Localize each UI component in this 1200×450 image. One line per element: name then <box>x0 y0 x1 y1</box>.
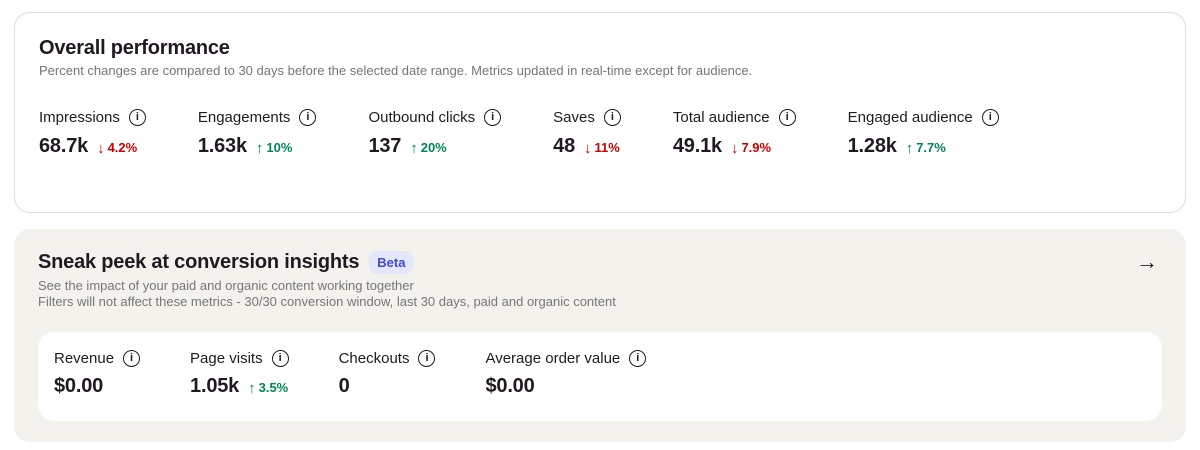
metric-saves: Saves i 48 ↓ 11% <box>553 109 621 158</box>
info-icon[interactable]: i <box>123 350 141 367</box>
metric-change: ↑ 3.5% <box>248 379 289 397</box>
metric-value: 1.63k <box>197 135 247 157</box>
trend-percent: 11% <box>594 140 620 155</box>
metric-value: $0.00 <box>485 375 535 397</box>
metric-outbound-clicks: Outbound clicks i 137 ↑ 20% <box>368 109 502 158</box>
metric-label: Engaged audience <box>847 109 973 126</box>
metric-label: Average order value <box>485 350 621 367</box>
metric-value: $0.00 <box>54 375 104 397</box>
metric-page-visits: Page visits i 1.05k ↑ 3.5% <box>190 350 289 398</box>
metric-label: Checkouts <box>338 350 410 367</box>
trend-arrow-icon: ↑ <box>255 140 264 157</box>
metric-value: 68.7k <box>39 135 89 157</box>
info-icon[interactable]: i <box>981 109 999 126</box>
metric-value: 1.05k <box>190 375 240 397</box>
info-icon[interactable]: i <box>484 109 502 126</box>
overall-performance-title: Overall performance <box>39 37 230 59</box>
metric-impressions: Impressions i 68.7k ↓ 4.2% <box>39 109 146 158</box>
overall-performance-card: Overall performance Percent changes are … <box>14 12 1186 213</box>
conversion-subtitle-line2: Filters will not affect these metrics - … <box>38 294 616 309</box>
metric-value: 48 <box>553 135 576 157</box>
metric-label: Engagements <box>197 109 291 126</box>
metric-label: Outbound clicks <box>368 109 476 126</box>
conversion-insights-title: Sneak peek at conversion insights <box>38 251 360 273</box>
info-icon[interactable]: i <box>778 109 796 126</box>
beta-badge: Beta <box>369 250 414 274</box>
metric-change: ↑ 10% <box>255 139 293 157</box>
metric-value: 49.1k <box>672 135 722 157</box>
trend-percent: 7.9% <box>741 140 772 155</box>
overall-metrics-row: Impressions i 68.7k ↓ 4.2% Engagements i… <box>39 109 1161 158</box>
info-icon[interactable]: i <box>418 350 436 367</box>
info-icon[interactable]: i <box>629 350 647 367</box>
info-icon[interactable]: i <box>271 350 289 367</box>
trend-arrow-icon: ↓ <box>584 140 592 157</box>
trend-arrow-icon: ↑ <box>248 380 256 397</box>
metric-change: ↓ 4.2% <box>97 139 138 157</box>
metric-label: Total audience <box>672 109 770 126</box>
trend-percent: 4.2% <box>107 140 138 155</box>
info-icon[interactable]: i <box>603 109 621 126</box>
metric-change: ↓ 11% <box>584 139 620 157</box>
metric-change: ↑ 20% <box>410 139 447 157</box>
metric-engaged-audience: Engaged audience i 1.28k ↑ 7.7% <box>848 109 999 158</box>
trend-percent: 7.7% <box>916 140 946 155</box>
trend-percent: 3.5% <box>258 380 289 395</box>
metric-label: Page visits <box>190 350 263 367</box>
trend-arrow-icon: ↑ <box>410 140 418 157</box>
metric-label: Impressions <box>39 109 120 126</box>
conversion-subtitle-line1: See the impact of your paid and organic … <box>38 278 414 293</box>
metric-value: 137 <box>368 135 402 157</box>
metric-value: 0 <box>338 375 350 397</box>
info-icon[interactable]: i <box>299 109 317 126</box>
trend-arrow-icon: ↑ <box>905 140 914 157</box>
forward-arrow-icon[interactable]: → <box>1132 251 1162 273</box>
trend-arrow-icon: ↓ <box>730 140 739 157</box>
overall-performance-subtitle: Percent changes are compared to 30 days … <box>39 63 753 78</box>
metric-label: Saves <box>553 109 595 126</box>
metric-label: Revenue <box>54 350 115 367</box>
conversion-metrics-row: Revenue i $0.00 Page visits i 1.05k ↑ 3.… <box>54 350 1146 398</box>
trend-percent: 20% <box>420 140 447 155</box>
metric-engagements: Engagements i 1.63k ↑ 10% <box>198 109 317 158</box>
metric-average-order-value: Average order value i $0.00 <box>485 350 647 398</box>
trend-arrow-icon: ↓ <box>97 140 105 157</box>
metric-revenue: Revenue i $0.00 <box>54 350 141 398</box>
conversion-metrics-panel: Revenue i $0.00 Page visits i 1.05k ↑ 3.… <box>38 332 1162 421</box>
conversion-insights-card: Sneak peek at conversion insights Beta →… <box>14 229 1186 442</box>
trend-percent: 10% <box>266 140 293 155</box>
metric-change: ↑ 7.7% <box>905 139 946 157</box>
info-icon[interactable]: i <box>128 109 146 126</box>
metric-total-audience: Total audience i 49.1k ↓ 7.9% <box>673 109 796 158</box>
metric-change: ↓ 7.9% <box>730 139 772 157</box>
metric-value: 1.28k <box>847 135 897 157</box>
metric-checkouts: Checkouts i 0 <box>339 350 436 398</box>
